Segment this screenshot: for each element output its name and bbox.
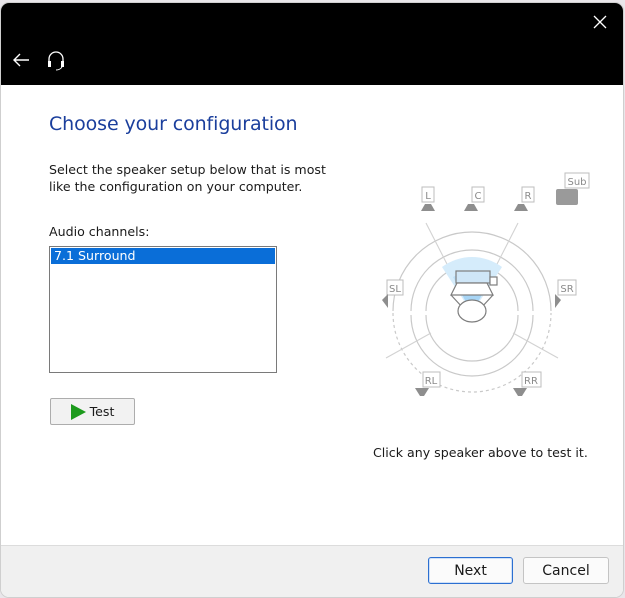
speaker-test-hint: Click any speaker above to test it. [373, 445, 588, 460]
speaker-label-rl: RL [425, 376, 438, 387]
title-bar [1, 3, 623, 85]
speaker-side-left[interactable]: SL [382, 279, 404, 308]
dialog-footer: Next Cancel [1, 545, 623, 597]
cancel-button[interactable]: Cancel [523, 557, 609, 584]
list-item[interactable]: 7.1 Surround [51, 248, 275, 264]
test-button-label: Test [89, 404, 115, 419]
speaker-rear-right[interactable]: RR [513, 371, 542, 396]
speaker-side-right[interactable]: SR [555, 279, 577, 308]
back-arrow-icon [13, 53, 29, 67]
speaker-front-left[interactable]: L [421, 186, 435, 211]
speaker-rear-left[interactable]: RL [415, 371, 441, 396]
speaker-label-sl: SL [389, 284, 401, 295]
back-button[interactable] [5, 45, 37, 75]
speaker-subwoofer[interactable]: Sub [556, 172, 590, 205]
speaker-diagram: L C R Sub SL SR RL RR [382, 172, 590, 396]
next-button[interactable]: Next [428, 557, 513, 584]
audio-channels-label: Audio channels: [49, 224, 150, 239]
speaker-label-c: C [475, 191, 482, 202]
page-title: Choose your configuration [49, 113, 298, 135]
speaker-label-r: R [525, 191, 532, 202]
headset-icon [45, 49, 67, 71]
close-icon [593, 15, 607, 29]
speaker-front-right[interactable]: R [514, 186, 535, 211]
speaker-label-sub: Sub [567, 177, 586, 188]
instruction-text: Select the speaker setup below that is m… [49, 162, 326, 194]
play-icon [70, 403, 86, 420]
test-button[interactable]: Test [50, 398, 135, 425]
speaker-center[interactable]: C [464, 186, 485, 211]
close-button[interactable] [577, 3, 623, 41]
audio-channels-list[interactable]: 7.1 Surround [49, 246, 277, 373]
speaker-label-sr: SR [560, 284, 573, 295]
speaker-label-l: L [425, 191, 431, 202]
speaker-setup-window: Choose your configuration Select the spe… [1, 3, 623, 597]
speaker-label-rr: RR [524, 376, 538, 387]
